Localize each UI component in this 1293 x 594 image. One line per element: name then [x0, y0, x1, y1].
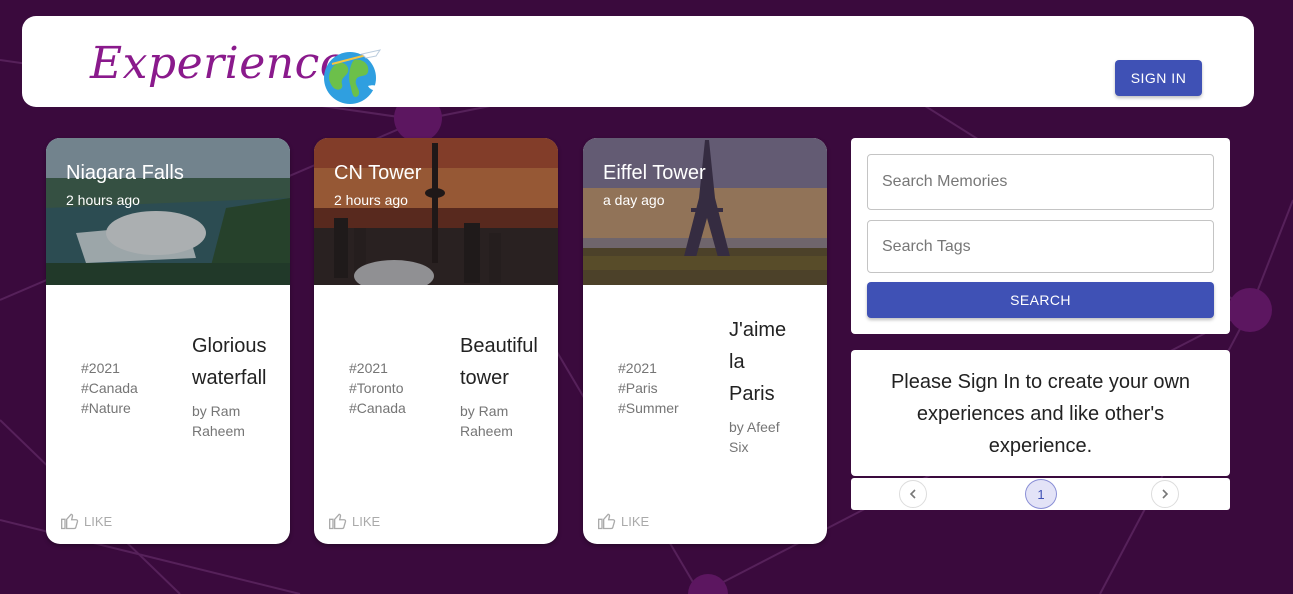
tag: #Canada	[81, 380, 138, 396]
search-memories-input[interactable]	[867, 154, 1214, 210]
tag: #Paris	[618, 380, 658, 396]
post-card[interactable]: Niagara Falls 2 hours ago #2021 #Canada …	[46, 138, 290, 544]
like-label: LIKE	[84, 513, 113, 529]
post-time: a day ago	[603, 192, 665, 208]
globe-airplane-icon	[324, 49, 382, 104]
search-button[interactable]: SEARCH	[867, 282, 1214, 318]
post-image: Eiffel Tower a day ago	[583, 138, 827, 285]
tag: #Canada	[349, 400, 406, 416]
like-button[interactable]: LIKE	[328, 511, 380, 531]
tag: #2021	[349, 360, 388, 376]
signin-notice: Please Sign In to create your own experi…	[851, 350, 1230, 476]
previous-page-button[interactable]	[899, 480, 927, 508]
app-bar: Experiences SIGN IN	[22, 16, 1254, 107]
post-message: Beautiful tower	[460, 335, 538, 389]
post-tags: #2021 #Toronto #Canada	[349, 358, 406, 418]
tag: #2021	[618, 360, 657, 376]
next-page-button[interactable]	[1151, 480, 1179, 508]
post-card[interactable]: Eiffel Tower a day ago #2021 #Paris #Sum…	[583, 138, 827, 544]
post-image: Niagara Falls 2 hours ago	[46, 138, 290, 285]
tag: #Summer	[618, 400, 679, 416]
post-tags: #2021 #Paris #Summer	[618, 358, 679, 418]
chevron-right-icon	[1162, 489, 1169, 499]
like-button[interactable]: LIKE	[597, 511, 649, 531]
chevron-left-icon	[909, 489, 916, 499]
post-card[interactable]: CN Tower 2 hours ago #2021 #Toronto #Can…	[314, 138, 558, 544]
page-button[interactable]: 1	[1025, 479, 1057, 509]
like-button[interactable]: LIKE	[60, 511, 112, 531]
sign-in-button[interactable]: SIGN IN	[1115, 60, 1202, 96]
tag: #2021	[81, 360, 120, 376]
like-label: LIKE	[621, 513, 650, 529]
post-title: Niagara Falls	[66, 162, 184, 184]
pagination: 1	[851, 478, 1230, 510]
tag: #Nature	[81, 400, 131, 416]
post-message: Glorious waterfall	[192, 335, 267, 389]
thumbs-up-icon	[61, 513, 79, 530]
thumbs-up-icon	[598, 513, 616, 530]
tag: #Toronto	[349, 380, 404, 396]
post-tags: #2021 #Canada #Nature	[81, 358, 138, 418]
post-message: J'aime la Paris	[729, 319, 787, 405]
like-label: LIKE	[352, 513, 381, 529]
post-title: CN Tower	[334, 162, 422, 184]
post-author: by Afeef Six	[729, 419, 780, 455]
search-tags-input[interactable]	[867, 220, 1214, 273]
post-author: by Ram Raheem	[192, 403, 245, 439]
search-panel: SEARCH	[851, 138, 1230, 334]
signin-notice-text: Please Sign In to create your own experi…	[890, 371, 1191, 457]
post-time: 2 hours ago	[66, 192, 140, 208]
post-title: Eiffel Tower	[603, 162, 706, 184]
post-author: by Ram Raheem	[460, 403, 513, 439]
thumbs-up-icon	[329, 513, 347, 530]
post-time: 2 hours ago	[334, 192, 408, 208]
post-image: CN Tower 2 hours ago	[314, 138, 558, 285]
